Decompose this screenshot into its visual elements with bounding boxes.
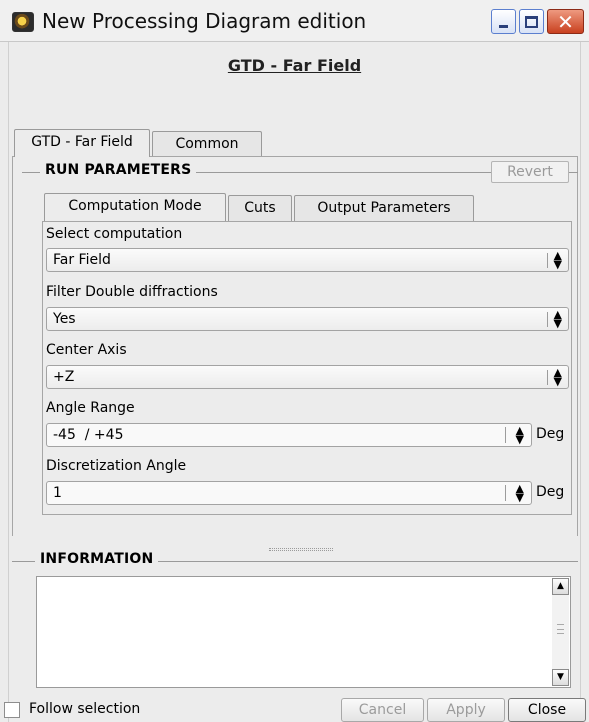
updown-arrows-icon: ▲ ▼: [553, 249, 562, 271]
dropdown-separator: [547, 370, 548, 385]
splitter-handle[interactable]: [269, 548, 333, 551]
discretization-angle-label: Discretization Angle: [46, 458, 187, 474]
select-computation-dropdown[interactable]: Far Field ▲ ▼: [46, 248, 569, 272]
revert-label: Revert: [507, 164, 553, 180]
discretization-angle-value: 1: [53, 485, 62, 501]
follow-selection-checkbox[interactable]: [4, 702, 20, 718]
updown-arrows-icon: ▲ ▼: [553, 366, 562, 388]
filter-double-diffractions-value: Yes: [53, 311, 76, 327]
tab-label: Output Parameters: [317, 200, 451, 216]
information-textarea[interactable]: ▲ ▼: [36, 576, 571, 688]
select-computation-label: Select computation: [46, 226, 183, 242]
tab-output-parameters[interactable]: Output Parameters: [294, 195, 474, 221]
updown-arrows-icon: ▲ ▼: [553, 308, 562, 330]
angle-range-value: -45 / +45: [53, 427, 124, 443]
scroll-grip-icon[interactable]: [557, 624, 564, 634]
maximize-button[interactable]: [519, 9, 544, 34]
app-icon: [12, 12, 34, 32]
spin-arrows-icon[interactable]: ▲ ▼: [516, 425, 524, 445]
spinbox-separator: [505, 427, 506, 443]
information-heading: INFORMATION: [35, 551, 159, 567]
select-computation-value: Far Field: [53, 252, 111, 268]
tab-label: GTD - Far Field: [31, 134, 133, 150]
tab-cuts[interactable]: Cuts: [228, 195, 292, 221]
tab-common[interactable]: Common: [152, 131, 262, 157]
spinbox-separator: [505, 485, 506, 501]
tab-computation-mode[interactable]: Computation Mode: [44, 193, 226, 221]
cancel-label: Cancel: [358, 702, 407, 718]
discretization-angle-unit: Deg: [536, 484, 565, 500]
apply-button[interactable]: Apply: [427, 698, 505, 722]
tab-label: Computation Mode: [68, 198, 202, 214]
revert-button[interactable]: Revert: [491, 161, 569, 183]
angle-range-input[interactable]: -45 / +45 ▲ ▼: [46, 423, 532, 447]
discretization-angle-input[interactable]: 1 ▲ ▼: [46, 481, 532, 505]
filter-double-diffractions-dropdown[interactable]: Yes ▲ ▼: [46, 307, 569, 331]
title-bar[interactable]: New Processing Diagram edition ✕: [0, 0, 589, 42]
run-parameters-heading: RUN PARAMETERS: [40, 162, 197, 178]
diagram-title: GTD - Far Field: [227, 56, 362, 75]
center-axis-value: +Z: [53, 369, 75, 385]
scroll-up-icon[interactable]: ▲: [552, 578, 569, 595]
close-icon: ✕: [557, 9, 574, 34]
dropdown-separator: [547, 312, 548, 327]
angle-range-label: Angle Range: [46, 400, 135, 416]
tab-label: Common: [175, 136, 239, 152]
center-axis-dropdown[interactable]: +Z ▲ ▼: [46, 365, 569, 389]
tab-gtd-far-field[interactable]: GTD - Far Field: [14, 129, 150, 157]
filter-double-diffractions-label: Filter Double diffractions: [46, 284, 218, 300]
close-button[interactable]: Close: [508, 698, 586, 722]
close-label: Close: [527, 702, 567, 718]
cancel-button[interactable]: Cancel: [341, 698, 424, 722]
dropdown-separator: [547, 253, 548, 268]
window-title: New Processing Diagram edition: [42, 9, 367, 33]
center-axis-label: Center Axis: [46, 342, 127, 358]
maximize-icon: [525, 15, 538, 28]
window-close-button[interactable]: ✕: [547, 9, 584, 34]
minimize-button[interactable]: [491, 9, 516, 34]
spin-arrows-icon[interactable]: ▲ ▼: [516, 483, 524, 503]
scroll-down-icon[interactable]: ▼: [552, 669, 569, 686]
apply-label: Apply: [446, 702, 486, 718]
information-scrollbar[interactable]: ▲ ▼: [552, 578, 569, 686]
tab-label: Cuts: [244, 200, 276, 216]
follow-selection-label: Follow selection: [29, 701, 141, 717]
minimize-icon: [499, 24, 508, 28]
angle-range-unit: Deg: [536, 426, 565, 442]
